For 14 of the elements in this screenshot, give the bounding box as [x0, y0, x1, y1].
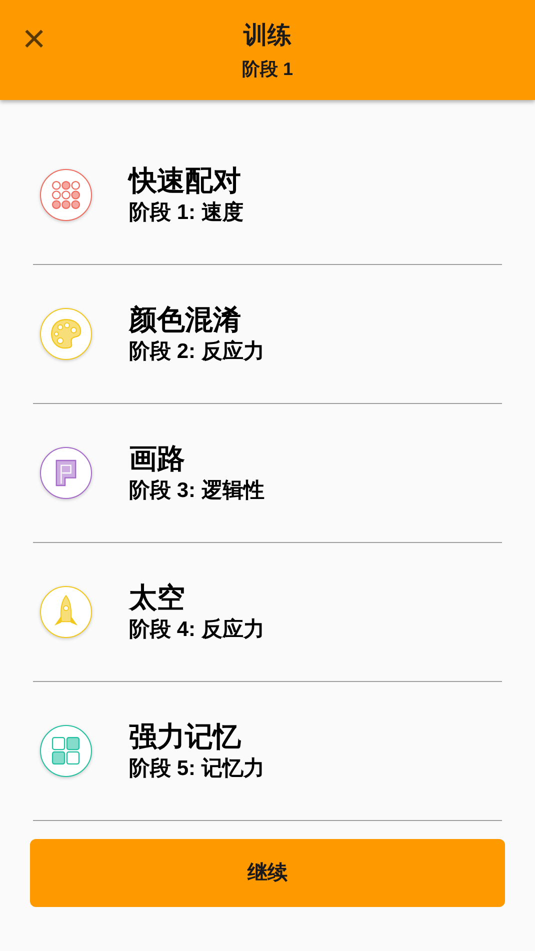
continue-button[interactable]: 继续	[30, 839, 505, 907]
game-title[interactable]: 太空	[129, 580, 264, 616]
screen-title: 训练	[244, 21, 292, 51]
game-title[interactable]: 强力记忆	[129, 719, 264, 755]
screen-subtitle: 阶段 1	[242, 58, 293, 81]
game-stage: 阶段 5: 记忆力	[129, 756, 264, 782]
close-button[interactable]: ×	[18, 18, 50, 60]
game-stage: 阶段 3: 逻辑性	[129, 478, 264, 504]
game-stage: 阶段 1: 速度	[129, 200, 244, 226]
game-stage: 阶段 4: 反应力	[129, 616, 264, 643]
game-title[interactable]: 画路	[129, 441, 264, 477]
game-title[interactable]: 颜色混淆	[129, 302, 264, 338]
game-title[interactable]: 快速配对	[129, 163, 244, 199]
game-stage: 阶段 2: 反应力	[129, 338, 264, 365]
